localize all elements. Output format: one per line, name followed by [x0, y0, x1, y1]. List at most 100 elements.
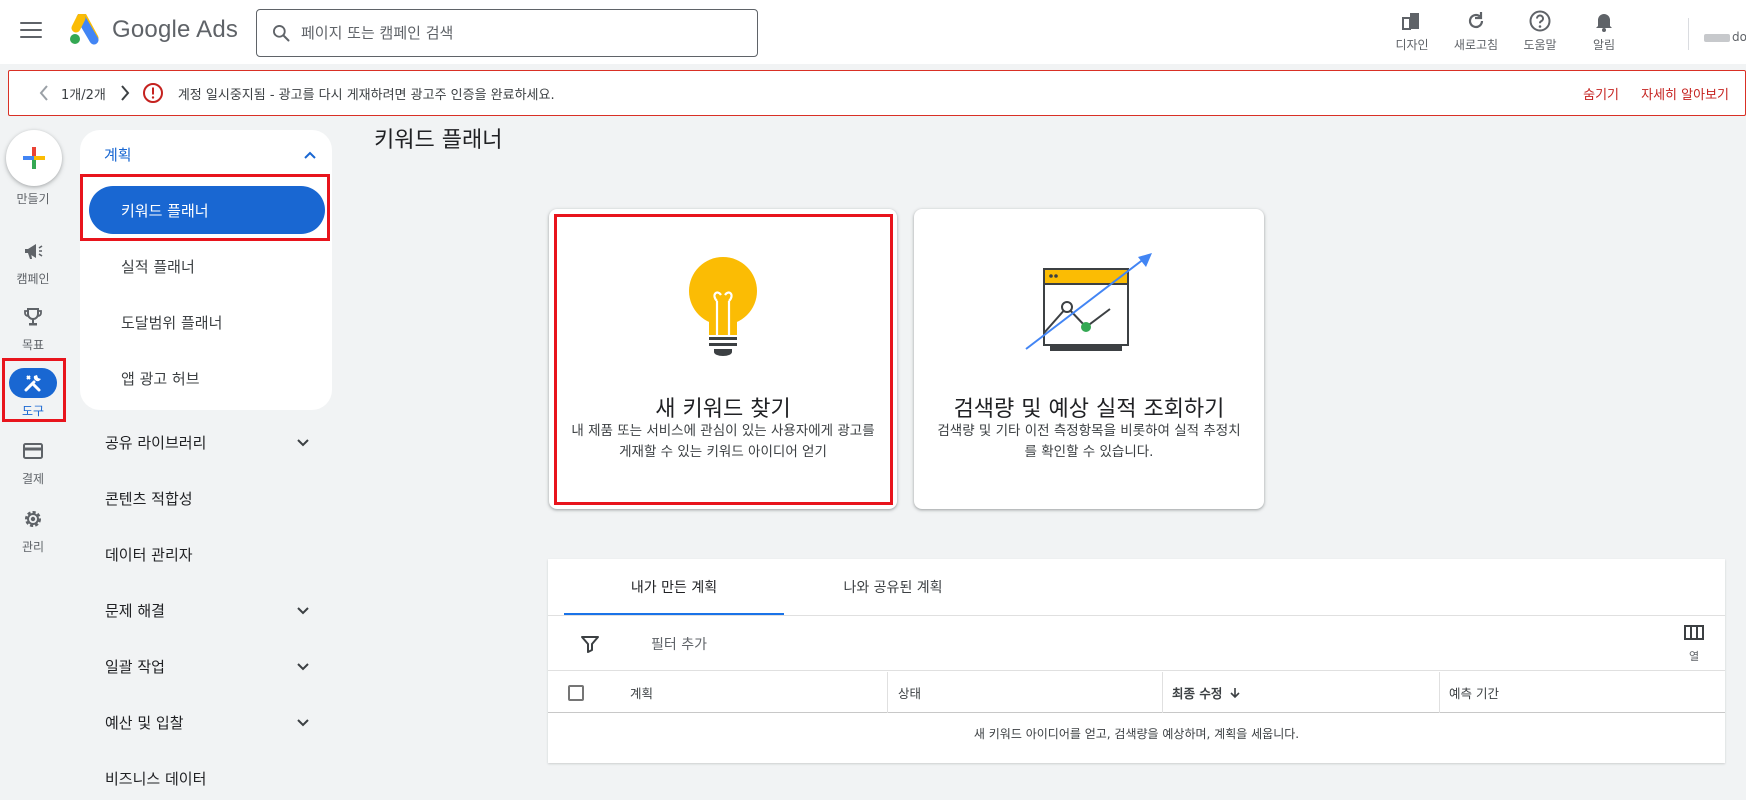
columns-button[interactable]: 열	[1679, 624, 1709, 664]
nav-item-troubleshooting[interactable]: 문제 해결	[105, 600, 311, 621]
nav-section-planning[interactable]: 계획	[104, 144, 318, 165]
lightbulb-icon	[549, 249, 897, 379]
nav-item-app-ads-hub[interactable]: 앱 광고 허브	[121, 368, 200, 389]
add-filter-button[interactable]: 필터 추가	[651, 634, 707, 654]
help-label: 도움말	[1523, 38, 1557, 52]
discover-keywords-title: 새 키워드 찾기	[655, 397, 791, 422]
discover-keywords-card[interactable]: 새 키워드 찾기 내 제품 또는 서비스에 관심이 있는 사용자에게 광고를 게…	[549, 209, 897, 509]
search-input[interactable]	[301, 10, 757, 56]
help-icon	[1528, 8, 1552, 34]
search-box[interactable]	[256, 9, 758, 57]
plans-table-card: 내가 만든 계획 나와 공유된 계획 필터 추가 열 계획 상태 최종 수정 예…	[548, 559, 1725, 763]
refresh-button[interactable]: 새로고침	[1444, 8, 1508, 58]
nav-item-budgets-bidding[interactable]: 예산 및 입찰	[105, 712, 311, 733]
chevron-down-icon	[297, 718, 309, 726]
notifications-button[interactable]: 알림	[1572, 8, 1636, 58]
megaphone-icon	[9, 236, 57, 266]
nav-label-content-suitability: 콘텐츠 적합성	[105, 490, 193, 508]
tools-icon	[9, 368, 57, 398]
nav-label-business-data: 비즈니스 데이터	[105, 770, 207, 788]
tab-shared-plans[interactable]: 나와 공유된 계획	[784, 559, 1002, 615]
appearance-button[interactable]: 디자인	[1380, 8, 1444, 58]
banner-hide-link[interactable]: 숨기기	[1583, 84, 1619, 103]
plans-tabs: 내가 만든 계획 나와 공유된 계획	[564, 559, 1002, 615]
account-switcher[interactable]: do	[1704, 30, 1746, 44]
column-divider	[1439, 672, 1440, 713]
rail-label-goals: 목표	[21, 338, 45, 352]
refresh-label: 새로고침	[1453, 38, 1499, 52]
notification-banner: 1개/2개 계정 일시중지됨 - 광고를 다시 게재하려면 광고주 인증을 완료…	[8, 70, 1746, 116]
page-title: 키워드 플래너	[374, 128, 503, 153]
plus-icon	[23, 147, 45, 169]
banner-counter: 1개/2개	[61, 87, 106, 103]
arrow-down-icon	[1230, 687, 1240, 698]
google-ads-logo[interactable]: Google Ads	[68, 14, 238, 46]
column-header-last-modified-label: 최종 수정	[1172, 686, 1223, 701]
column-header-last-modified[interactable]: 최종 수정	[1172, 672, 1242, 713]
nav-label-bulk-actions: 일괄 작업	[105, 658, 165, 676]
nav-item-reach-planner[interactable]: 도달범위 플래너	[121, 312, 222, 333]
rail-item-billing[interactable]: 결제	[0, 436, 66, 487]
google-ads-logo-icon	[70, 14, 99, 45]
app-name: Google Ads	[112, 16, 239, 43]
nav-label-shared-library: 공유 라이브러리	[105, 434, 207, 452]
nav-item-business-data[interactable]: 비즈니스 데이터	[105, 768, 311, 789]
account-name: do	[1732, 30, 1746, 44]
top-bar-divider	[1688, 18, 1689, 50]
rail-label-tools: 도구	[21, 404, 45, 418]
rail-item-tools[interactable]: 도구	[0, 368, 66, 419]
chevron-left-icon[interactable]	[37, 83, 51, 103]
empty-state-message: 새 키워드 아이디어를 얻고, 검색량을 예상하며, 계획을 세웁니다.	[973, 727, 1300, 741]
forecast-title: 검색량 및 예상 실적 조회하기	[953, 397, 1225, 422]
rail-item-campaigns[interactable]: 캠페인	[0, 236, 66, 287]
nav-section-title: 계획	[104, 146, 132, 164]
column-divider	[887, 672, 888, 713]
rail-item-admin[interactable]: 관리	[0, 504, 66, 555]
appearance-icon	[1401, 8, 1423, 34]
nav-label-data-manager: 데이터 관리자	[105, 546, 193, 564]
top-actions: 디자인 새로고침 도움말 알림	[1380, 8, 1636, 58]
credit-card-icon	[9, 436, 57, 466]
help-button[interactable]: 도움말	[1508, 8, 1572, 58]
select-all-checkbox[interactable]	[568, 685, 584, 701]
columns-label: 열	[1688, 650, 1700, 663]
banner-learn-more-link[interactable]: 자세히 알아보기	[1641, 84, 1729, 103]
filter-icon[interactable]	[580, 634, 600, 654]
notifications-label: 알림	[1592, 38, 1616, 52]
nav-item-content-suitability[interactable]: 콘텐츠 적합성	[105, 488, 311, 509]
bell-icon	[1593, 8, 1615, 34]
nav-label-budgets-bidding: 예산 및 입찰	[105, 714, 184, 732]
nav-item-performance-planner[interactable]: 실적 플래너	[121, 256, 195, 277]
rail-label-admin: 관리	[21, 540, 45, 554]
column-header-plan[interactable]: 계획	[630, 672, 653, 713]
column-header-forecast-period[interactable]: 예측 기간	[1449, 672, 1499, 713]
chevron-right-icon[interactable]	[118, 83, 132, 103]
create-label: 만들기	[16, 192, 50, 206]
chevron-down-icon	[297, 606, 309, 614]
top-bar: Google Ads 디자인 새로고침 도움말	[0, 0, 1746, 64]
create-button[interactable]	[6, 130, 62, 186]
rail-item-goals[interactable]: 목표	[0, 302, 66, 353]
nav-item-keyword-planner[interactable]: 키워드 플래너	[89, 186, 325, 234]
column-header-status[interactable]: 상태	[898, 672, 921, 713]
nav-label-troubleshooting: 문제 해결	[105, 602, 165, 620]
hamburger-menu-icon[interactable]	[20, 22, 42, 40]
nav-item-bulk-actions[interactable]: 일괄 작업	[105, 656, 311, 677]
nav-item-shared-library[interactable]: 공유 라이브러리	[105, 432, 311, 453]
column-divider	[1162, 672, 1163, 713]
columns-icon	[1684, 625, 1704, 640]
gear-icon	[9, 504, 57, 534]
appearance-label: 디자인	[1395, 38, 1429, 52]
search-icon	[273, 25, 290, 42]
chevron-down-icon	[297, 662, 309, 670]
banner-message: 계정 일시중지됨 - 광고를 다시 게재하려면 광고주 인증을 완료하세요.	[177, 87, 555, 103]
chevron-down-icon	[297, 438, 309, 446]
discover-keywords-description: 내 제품 또는 서비스에 관심이 있는 사용자에게 광고를 게재할 수 있는 키…	[571, 423, 875, 460]
chevron-up-icon	[304, 151, 316, 159]
forecast-card[interactable]: 검색량 및 예상 실적 조회하기 검색량 및 기타 이전 측정항목을 비롯하여 …	[914, 209, 1264, 509]
forecast-description: 검색량 및 기타 이전 측정항목을 비롯하여 실적 추정치를 확인할 수 있습니…	[937, 423, 1241, 460]
tab-my-plans[interactable]: 내가 만든 계획	[564, 559, 784, 615]
trophy-icon	[9, 302, 57, 332]
nav-item-data-manager[interactable]: 데이터 관리자	[105, 544, 311, 565]
redacted-account	[1704, 33, 1730, 42]
